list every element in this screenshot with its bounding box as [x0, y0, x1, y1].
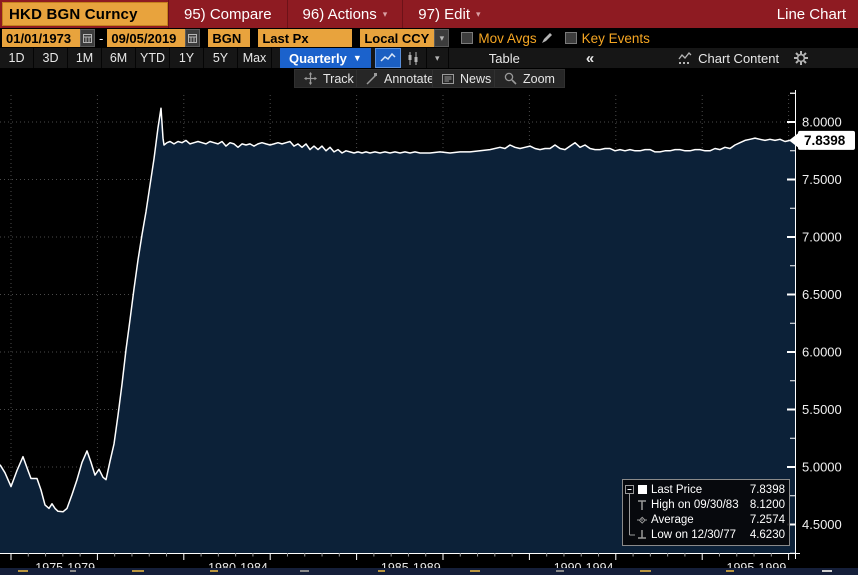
- zoom-button[interactable]: Zoom: [494, 69, 565, 88]
- legend-value: 8.1200: [750, 499, 785, 511]
- news-label: News: [460, 72, 491, 86]
- bottom-panel-edge: [0, 568, 858, 575]
- legend-label: Low on 12/30/77: [651, 529, 750, 541]
- zoom-label: Zoom: [523, 72, 555, 86]
- date-range-separator: -: [95, 31, 107, 46]
- last-price-badge-label: 7.8398: [804, 133, 846, 148]
- pricing-source-field[interactable]: BGN: [208, 29, 250, 47]
- track-crosshair-icon: [304, 72, 317, 85]
- y-axis-label: 7.5000: [802, 172, 842, 187]
- period-button-bar: 1D3D1M6MYTD1Y5YMax: [0, 48, 272, 68]
- chart-type-dropdown[interactable]: ▾: [427, 48, 449, 68]
- actions-menu-button[interactable]: 96) Actions ▾: [287, 0, 403, 28]
- y-axis-label: 6.0000: [802, 345, 842, 360]
- candle-chart-type-button[interactable]: [401, 48, 427, 68]
- annotate-button[interactable]: Annotate: [356, 69, 444, 88]
- date-to-input[interactable]: 09/05/2019: [107, 29, 185, 47]
- collapse-panel-button[interactable]: «: [572, 48, 608, 68]
- annotate-label: Annotate: [384, 72, 434, 86]
- candlestick-icon: [406, 52, 420, 65]
- y-axis-label: 4.5000: [802, 517, 842, 532]
- legend-row[interactable]: Low on 12/30/774.6230: [625, 527, 785, 542]
- chart-legend: Last Price7.8398High on 09/30/838.1200Av…: [622, 479, 790, 546]
- pencil-icon[interactable]: [541, 32, 553, 44]
- mov-avgs-label: Mov Avgs: [478, 31, 536, 46]
- window-title: Line Chart: [777, 6, 858, 23]
- news-icon: [442, 73, 454, 85]
- field-toolbar: 01/01/1973 - 09/05/2019 BGN Last Px Loca…: [0, 28, 858, 48]
- bloomberg-line-chart-window: HKD BGN Curncy 95) Compare 96) Actions ▾…: [0, 0, 858, 575]
- chart-plot-area[interactable]: 8.0000 7.5000 7.0000 6.5000 6.0000 5.5000 5.00…: [0, 90, 858, 568]
- chart-content-label: Chart Content: [698, 51, 779, 66]
- period-button-5y[interactable]: 5Y: [204, 48, 238, 68]
- x-axis-label: 1985-1989: [381, 561, 441, 568]
- y-axis-label: 5.0000: [802, 460, 842, 475]
- legend-row[interactable]: High on 09/30/838.1200: [625, 497, 785, 512]
- actions-label: 96) Actions: [303, 6, 377, 23]
- y-axis-label: 8.0000: [802, 115, 842, 130]
- legend-marker-low-icon: [625, 527, 651, 542]
- gear-icon: [794, 51, 808, 65]
- legend-marker-high-icon: [625, 497, 651, 512]
- x-axis-label: 1995-1999: [727, 561, 787, 568]
- legend-marker-square-icon: [625, 482, 651, 497]
- edit-menu-button[interactable]: 97) Edit ▾: [402, 0, 495, 28]
- y-axis-label: 7.0000: [802, 230, 842, 245]
- annotate-pencil-icon: [366, 73, 378, 85]
- calendar-icon[interactable]: [80, 29, 95, 47]
- key-events-label: Key Events: [582, 31, 650, 46]
- calendar-icon[interactable]: [185, 29, 200, 47]
- period-button-ytd[interactable]: YTD: [136, 48, 170, 68]
- legend-value: 7.8398: [750, 484, 785, 496]
- title-bar: HKD BGN Curncy 95) Compare 96) Actions ▾…: [0, 0, 858, 28]
- frequency-label: Quarterly: [289, 51, 347, 66]
- chevron-down-icon: ▾: [476, 9, 481, 20]
- security-input[interactable]: HKD BGN Curncy: [2, 2, 168, 26]
- key-events-checkbox[interactable]: [565, 32, 577, 44]
- track-label: Track: [323, 72, 354, 86]
- chart-content-button[interactable]: Chart Content: [664, 48, 793, 68]
- price-field-selector[interactable]: Last Px: [258, 29, 352, 47]
- y-axis-label: 5.5000: [802, 402, 842, 417]
- mov-avgs-checkbox[interactable]: [461, 32, 473, 44]
- currency-selector[interactable]: Local CCY: [360, 29, 434, 47]
- edit-label: 97) Edit: [418, 6, 470, 23]
- legend-row[interactable]: Last Price7.8398: [625, 482, 785, 497]
- legend-value: 7.2574: [750, 514, 785, 526]
- annotation-toolbar: Track Annotate News Zoom: [0, 68, 858, 90]
- period-button-6m[interactable]: 6M: [102, 48, 136, 68]
- x-axis-label: 1990-1994: [554, 561, 614, 568]
- frequency-dropdown[interactable]: Quarterly ▼: [280, 48, 371, 68]
- chevron-down-icon: ▼: [353, 53, 362, 63]
- x-axis-label: 1975-1979: [35, 561, 95, 568]
- legend-row[interactable]: Average7.2574: [625, 512, 785, 527]
- chevron-down-icon: ▾: [435, 53, 440, 64]
- compare-button[interactable]: 95) Compare: [168, 0, 287, 28]
- legend-label: Last Price: [651, 484, 750, 496]
- legend-label: High on 09/30/83: [651, 499, 750, 511]
- table-button[interactable]: Table: [475, 48, 534, 68]
- period-button-1d[interactable]: 1D: [0, 48, 34, 68]
- chart-content-icon: [678, 52, 692, 64]
- chevron-down-icon[interactable]: ▾: [434, 29, 449, 47]
- news-button[interactable]: News: [432, 69, 501, 88]
- date-from-input[interactable]: 01/01/1973: [2, 29, 80, 47]
- chart-controls-toolbar: 1D3D1M6MYTD1Y5YMax Quarterly ▼ ▾ Table «: [0, 48, 858, 68]
- chevron-down-icon: ▾: [383, 9, 388, 20]
- period-button-max[interactable]: Max: [238, 48, 272, 68]
- legend-value: 4.6230: [750, 529, 785, 541]
- line-chart-type-button[interactable]: [375, 48, 401, 68]
- legend-marker-average-icon: [625, 512, 651, 527]
- y-axis-label: 6.5000: [802, 287, 842, 302]
- track-button[interactable]: Track: [294, 69, 364, 88]
- line-chart-icon: [380, 52, 396, 64]
- legend-label: Average: [651, 514, 750, 526]
- period-button-1m[interactable]: 1M: [68, 48, 102, 68]
- period-button-3d[interactable]: 3D: [34, 48, 68, 68]
- compare-label: 95) Compare: [184, 6, 272, 23]
- period-button-1y[interactable]: 1Y: [170, 48, 204, 68]
- x-axis-label: 1980-1984: [208, 561, 268, 568]
- magnifier-icon: [504, 72, 517, 85]
